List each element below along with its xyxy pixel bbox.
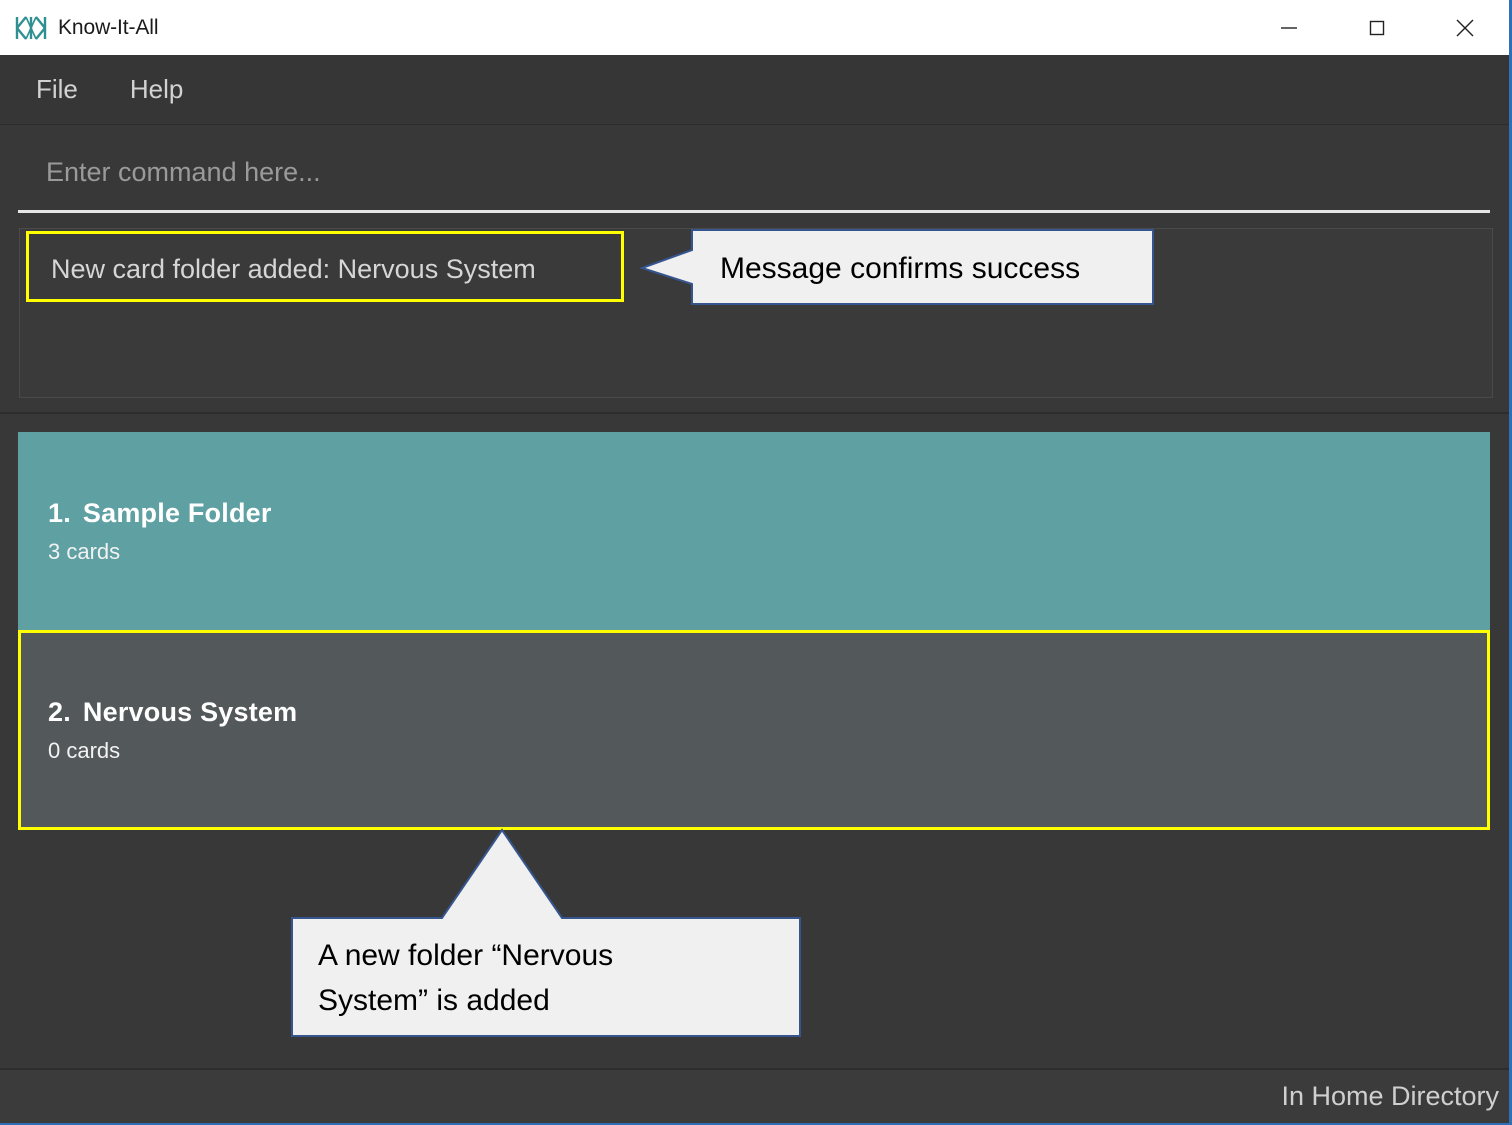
- annotation-callout-message: Message confirms success: [640, 228, 1155, 306]
- annotation-callout-folder: A new folder “Nervous System” is added: [290, 828, 802, 1038]
- app-window: Know-It-All File Help Enter command here…: [0, 0, 1512, 1125]
- folder-list-item[interactable]: 2. Nervous System 0 cards: [18, 630, 1490, 830]
- kia-monogram-icon: [14, 15, 48, 41]
- annotation-callout-text: Message confirms success: [720, 252, 1081, 285]
- folder-title: 2. Nervous System: [48, 697, 1487, 728]
- minimize-icon: [1281, 26, 1297, 29]
- folder-name: Sample Folder: [82, 497, 272, 528]
- status-text: In Home Directory: [1281, 1081, 1499, 1111]
- folder-index: 2.: [48, 696, 71, 727]
- command-input-area: [0, 126, 1509, 219]
- folder-card-count: 0 cards: [48, 737, 121, 763]
- close-button[interactable]: [1421, 0, 1509, 55]
- output-message: New card folder added: Nervous System: [51, 254, 536, 284]
- status-bar: In Home Directory: [0, 1068, 1509, 1123]
- folder-card-count: 3 cards: [48, 538, 121, 564]
- folder-name: Nervous System: [82, 696, 298, 727]
- maximize-icon: [1369, 20, 1385, 35]
- annotation-callout-line1: A new folder “Nervous: [318, 939, 614, 972]
- panel-divider: [0, 412, 1509, 414]
- folder-title: 1. Sample Folder: [48, 498, 1490, 529]
- maximize-button[interactable]: [1333, 0, 1421, 55]
- menu-item-file[interactable]: File: [30, 72, 84, 107]
- folder-index: 1.: [48, 497, 71, 528]
- folder-list-item[interactable]: 1. Sample Folder 3 cards: [18, 432, 1490, 630]
- menu-item-help[interactable]: Help: [124, 72, 189, 107]
- command-input[interactable]: [18, 146, 1490, 198]
- window-controls: [1245, 0, 1509, 55]
- window-title: Know-It-All: [58, 15, 159, 39]
- menu-bar: File Help: [0, 55, 1509, 125]
- close-icon: [1456, 19, 1474, 36]
- command-input-underline: [18, 210, 1490, 213]
- annotation-callout-line2: System” is added: [318, 984, 550, 1017]
- title-bar: Know-It-All: [0, 0, 1509, 55]
- minimize-button[interactable]: [1245, 0, 1333, 55]
- app-brand: Know-It-All: [0, 15, 159, 41]
